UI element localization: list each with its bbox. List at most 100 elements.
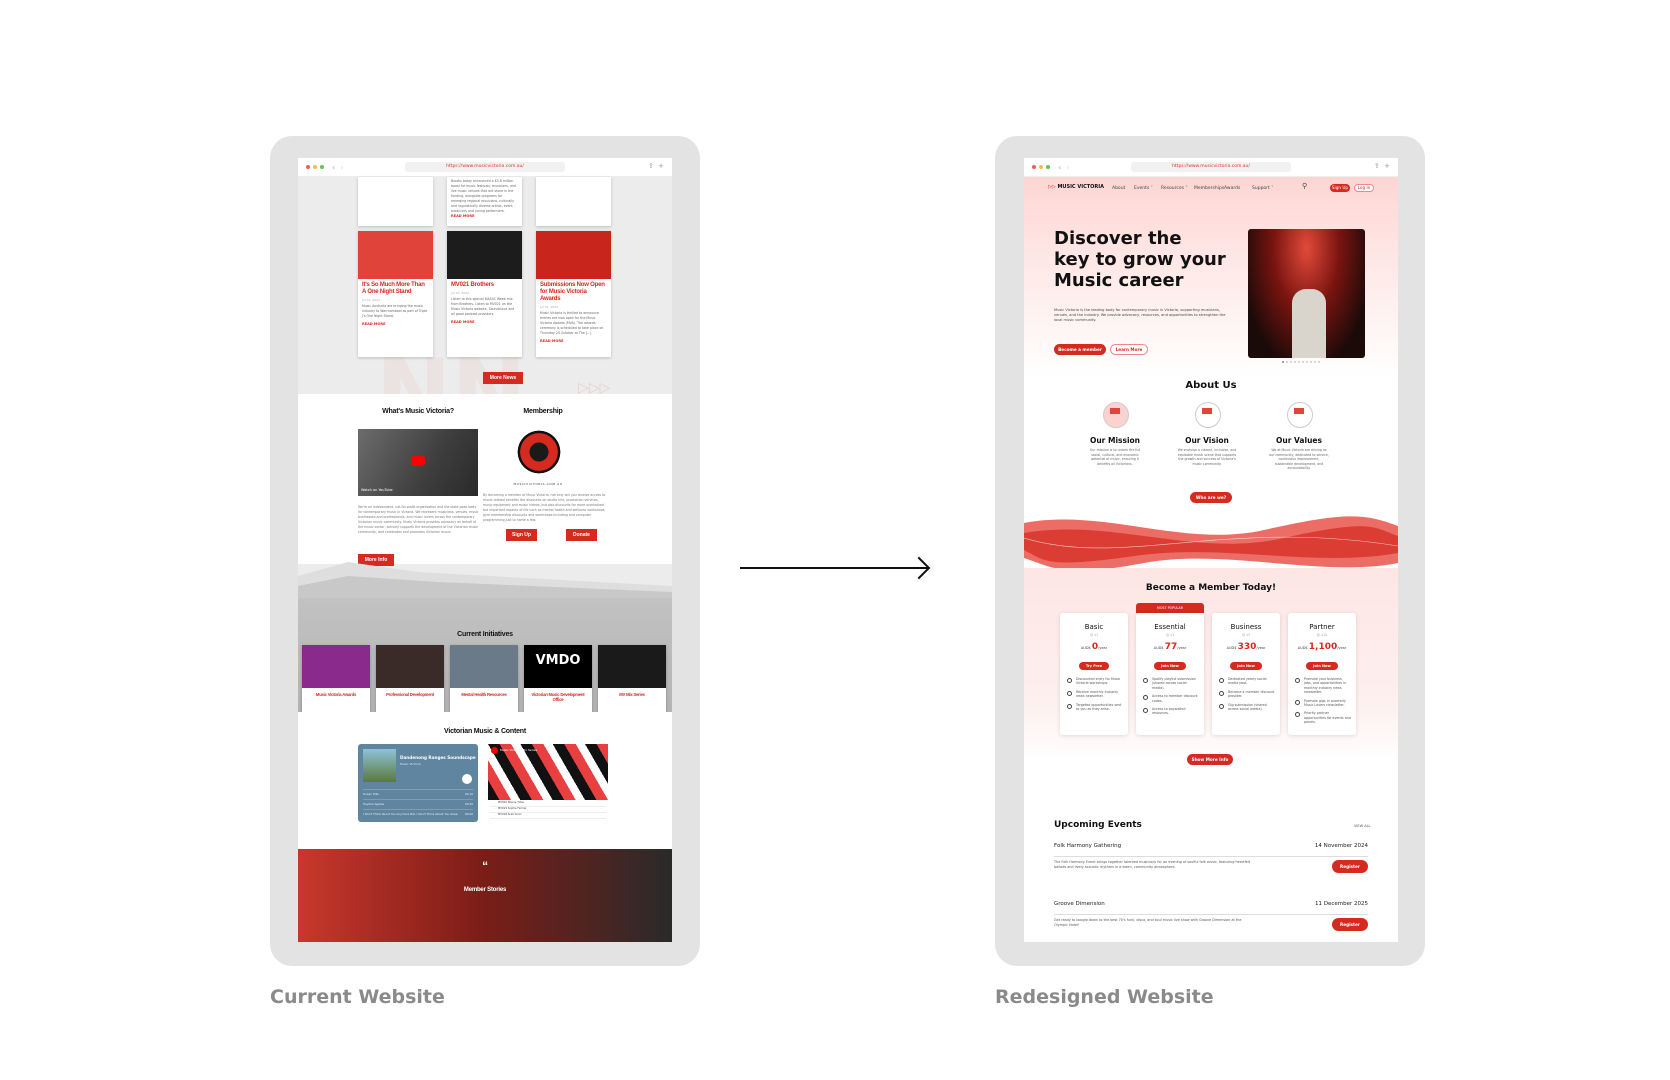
forward-arrow-icon[interactable]: › xyxy=(1066,163,1069,172)
share-and-new-tab-icons[interactable]: ⇪ + xyxy=(1374,162,1390,170)
check-circle-icon xyxy=(1219,703,1224,709)
news-card[interactable]: It's So Much More Than A One Night Stand… xyxy=(358,231,433,357)
address-bar[interactable]: https://www.musicvictoria.com.au/ xyxy=(1131,162,1291,172)
track-time: 04:10 xyxy=(464,792,473,796)
plan-feature: Dedicated yearly social media post. xyxy=(1219,677,1275,686)
minimize-dot-icon[interactable] xyxy=(1039,165,1043,169)
current-website-browser: ‹ › https://www.musicvictoria.com.au/ ⇪ … xyxy=(298,158,672,942)
carousel-dot[interactable] xyxy=(1306,361,1308,363)
minimize-dot-icon[interactable] xyxy=(313,165,317,169)
search-icon[interactable]: ⚲ xyxy=(1302,182,1307,190)
view-all-link[interactable]: VIEW ALL xyxy=(1354,824,1371,828)
about-column-title: Our Values xyxy=(1276,436,1322,445)
news-image xyxy=(536,231,611,279)
news-card[interactable]: MV021 Brothers Jul 15, 2024 Listen to this… xyxy=(447,231,522,357)
about-column-body: We envision a vibrant, inclusive, and eq… xyxy=(1177,448,1237,466)
nav-item[interactable]: Resources ˅ xyxy=(1161,186,1188,191)
initiative-image: VMDO xyxy=(524,645,592,688)
nav-sign-up-button[interactable]: Sign Up xyxy=(1330,184,1350,192)
plan-feature: Become a member discount provider. xyxy=(1219,690,1275,699)
plan-cta-button[interactable]: Join Now xyxy=(1306,662,1338,670)
sign-up-button[interactable]: Sign Up xyxy=(506,529,537,541)
more-news-button[interactable]: More News xyxy=(483,372,523,384)
carousel-dot[interactable] xyxy=(1286,361,1288,363)
plan-features: Discounted entry for Music Victoria work… xyxy=(1060,677,1128,711)
playlist-track[interactable]: Haydne Apples 03:45 xyxy=(363,799,473,809)
plan-cta-button[interactable]: Join Now xyxy=(1154,662,1186,670)
content-heading: Victorian Music & Content xyxy=(444,728,526,735)
initiative-label: Victorian Music Development Office xyxy=(531,692,585,702)
news-excerpt: Music Australia are bringing the music i… xyxy=(362,304,428,318)
show-more-info-button[interactable]: Show More Info xyxy=(1187,754,1233,765)
event-title[interactable]: Folk Harmony Gathering xyxy=(1054,843,1121,849)
plan-price: AUD$ 1,100/year xyxy=(1297,642,1347,652)
carousel-dot[interactable] xyxy=(1310,361,1312,363)
check-circle-icon xyxy=(1143,678,1148,683)
news-title[interactable]: It's So Much More Than A One Night Stand xyxy=(358,279,433,296)
carousel-dot[interactable] xyxy=(1290,361,1292,363)
playlist-track[interactable]: I Don't Think About You Anymore But, I D… xyxy=(363,809,473,819)
back-arrow-icon[interactable]: ‹ xyxy=(332,163,335,172)
carousel-dot[interactable] xyxy=(1282,361,1284,363)
news-title[interactable]: MV021 Brothers xyxy=(447,279,522,289)
nav-item[interactable]: Support ˅ xyxy=(1252,186,1273,191)
read-more-link[interactable]: READ MORE xyxy=(358,319,433,329)
plan-cta-button[interactable]: Try Free xyxy=(1078,662,1110,670)
maximize-dot-icon[interactable] xyxy=(320,165,324,169)
news-date: Jul 31, 2024 xyxy=(362,298,380,302)
carousel-dot[interactable] xyxy=(1302,361,1304,363)
maximize-dot-icon[interactable] xyxy=(1046,165,1050,169)
initiative-card[interactable]: Professional Development xyxy=(376,645,444,713)
youtube-embed[interactable]: Music Victoria Mix Series MV020 Mauve Ti… xyxy=(488,744,608,822)
playlist-track[interactable]: Ocean Hills 04:10 xyxy=(363,789,473,799)
read-more-link[interactable]: READ MORE xyxy=(447,317,522,327)
address-bar[interactable]: https://www.musicvictoria.com.au/ xyxy=(405,162,565,172)
nav-item[interactable]: Awards xyxy=(1224,186,1240,191)
initiative-card[interactable]: Mental Health Resources xyxy=(450,645,518,713)
about-membership-section xyxy=(298,394,672,564)
play-icon[interactable] xyxy=(462,774,472,784)
become-member-button[interactable]: Become a member xyxy=(1054,344,1106,355)
carousel-dot[interactable] xyxy=(1314,361,1316,363)
donate-button[interactable]: Donate xyxy=(566,529,597,541)
plan-users: ☺ x5 xyxy=(1241,633,1251,637)
video-player[interactable]: Watch on YouTube xyxy=(358,429,478,496)
back-arrow-icon[interactable]: ‹ xyxy=(1058,163,1061,172)
youtube-watermark: Watch on YouTube xyxy=(361,488,393,492)
close-dot-icon[interactable] xyxy=(1032,165,1036,169)
initiative-card[interactable]: MV Mix Series xyxy=(598,645,666,713)
event-date: 11 December 2025 xyxy=(1314,901,1368,907)
spotify-embed[interactable]: Dandenong Ranges Soundscape Music Victor… xyxy=(358,744,478,822)
who-are-we-button[interactable]: Who are we? xyxy=(1190,492,1232,503)
initiative-card[interactable]: Music Victoria Awards xyxy=(302,645,370,713)
news-card[interactable]: Submissions Now Open for Music Victoria … xyxy=(536,231,611,357)
performer-figure xyxy=(1292,289,1326,358)
close-dot-icon[interactable] xyxy=(306,165,310,169)
carousel-dot[interactable] xyxy=(1318,361,1320,363)
news-excerpt: Music Victoria is thrilled to announce e… xyxy=(540,311,604,335)
plan-feature: Promote your business, jobs, and opportu… xyxy=(1295,677,1351,695)
event-date: 14 November 2024 xyxy=(1314,843,1368,849)
video-list-item[interactable]: MV018 Arab Sonic xyxy=(490,813,606,819)
read-more-link[interactable]: READ MORE xyxy=(536,336,611,346)
plan-feature: Promote gigs in quarterly Music Lovers n… xyxy=(1295,699,1351,708)
site-logo[interactable]: ▷▷ MUSIC VICTORIA xyxy=(1048,184,1104,190)
register-button[interactable]: Register xyxy=(1332,860,1368,873)
carousel-dot[interactable] xyxy=(1298,361,1300,363)
nav-item[interactable]: About xyxy=(1112,186,1125,191)
nav-item[interactable]: Events ˅ xyxy=(1134,186,1153,191)
register-button[interactable]: Register xyxy=(1332,918,1368,931)
plan-cta-button[interactable]: Join Now xyxy=(1230,662,1262,670)
forward-arrow-icon[interactable]: › xyxy=(340,163,343,172)
plan-price: AUD$ 0/year xyxy=(1080,642,1108,652)
nav-item[interactable]: Memberships xyxy=(1194,186,1224,191)
nav-log-in-button[interactable]: Log In xyxy=(1354,184,1374,192)
carousel-dot[interactable] xyxy=(1294,361,1296,363)
learn-more-button[interactable]: Learn More xyxy=(1110,344,1148,355)
hero-image xyxy=(1248,229,1365,358)
event-title[interactable]: Groove Dimension xyxy=(1054,901,1105,907)
news-title[interactable]: Submissions Now Open for Music Victoria … xyxy=(536,279,611,303)
initiative-card[interactable]: VMDO Victorian Music Development Office xyxy=(524,645,592,713)
share-and-new-tab-icons[interactable]: ⇪ + xyxy=(648,162,664,170)
youtube-play-icon[interactable] xyxy=(411,456,425,466)
